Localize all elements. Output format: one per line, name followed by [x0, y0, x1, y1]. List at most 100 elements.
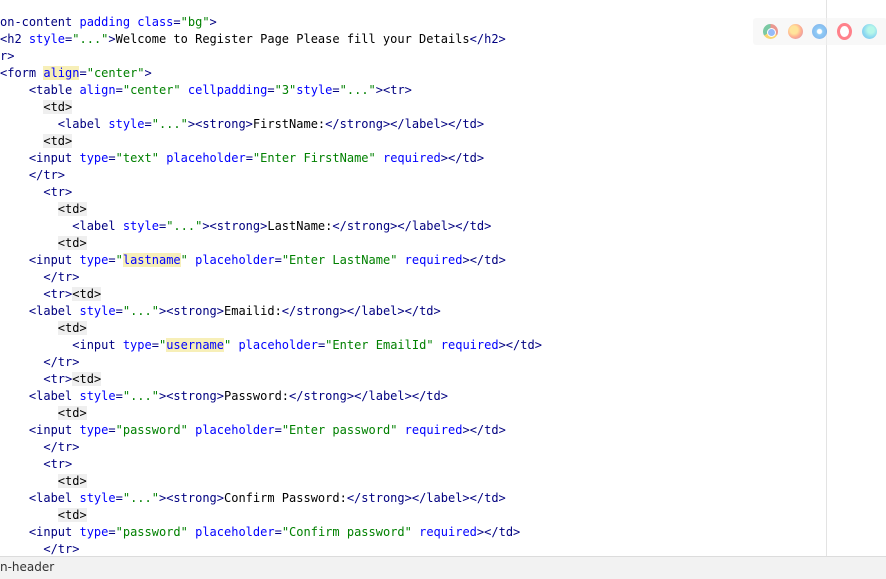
code-token-tag: = [115, 304, 123, 318]
code-token-tag: = [108, 423, 116, 437]
code-token-ws [0, 474, 58, 488]
code-token-str: "Enter LastName" [281, 253, 405, 267]
code-token-ws [0, 219, 72, 233]
code-token-tag: = [274, 525, 282, 539]
code-line[interactable]: <input type="password" placeholder="Conf… [0, 524, 520, 541]
code-line[interactable]: <td> [0, 473, 87, 490]
code-token-tag: <label [72, 219, 123, 233]
code-token-tag: </td> [469, 253, 506, 267]
code-line[interactable]: <td> [0, 235, 87, 252]
code-token-tag: = [108, 525, 116, 539]
code-line[interactable]: <input type="password" placeholder="Ente… [0, 422, 506, 439]
code-token-tag: </label> [390, 117, 448, 131]
code-line[interactable]: <h2 style="...">Welcome to Register Page… [0, 31, 506, 48]
code-token-txt: Confirm Password: [224, 491, 347, 505]
code-line[interactable]: </tr> [0, 354, 79, 371]
code-line[interactable]: </tr> [0, 541, 79, 556]
code-line[interactable]: <td> [0, 507, 87, 524]
code-token-tag: > [462, 253, 470, 267]
code-line[interactable]: <label style="..."><strong>Emailid:</str… [0, 303, 441, 320]
code-line[interactable]: <tr> [0, 456, 72, 473]
code-line[interactable]: <form align="center"> [0, 65, 152, 82]
firefox-icon[interactable] [787, 24, 803, 39]
code-line[interactable]: <label style="..."><strong>Confirm Passw… [0, 490, 506, 507]
code-line[interactable]: </tr> [0, 269, 79, 286]
code-token-tag-hl: <td> [72, 287, 102, 301]
code-token-ws [0, 253, 29, 267]
code-line[interactable]: <td> [0, 133, 73, 150]
code-token-tag: = [151, 338, 159, 352]
code-token-attr: type [79, 423, 109, 437]
code-token-tag: </strong> [281, 304, 347, 318]
code-line[interactable]: r> [0, 48, 14, 65]
code-token-attr: style [28, 32, 66, 46]
code-line[interactable]: <td> [0, 99, 73, 116]
code-token-tag: = [267, 83, 275, 97]
code-line[interactable]: on-content padding class="bg"> [0, 14, 217, 31]
code-token-tag: </td> [448, 151, 485, 165]
code-token-tag: = [245, 151, 253, 165]
code-token-tag: </label> [354, 389, 412, 403]
code-token-tag-hl: <td> [57, 406, 87, 420]
code-token-tag: = [115, 491, 123, 505]
code-token-ws [0, 440, 43, 454]
code-token-tag: </td> [469, 491, 506, 505]
code-line[interactable]: <label style="..."><strong>LastName:</st… [0, 218, 491, 235]
code-token-str: "..." [122, 491, 159, 505]
code-token-str: "password" [115, 423, 196, 437]
code-line[interactable]: <td> [0, 320, 87, 337]
code-token-tag-hl: <td> [57, 202, 87, 216]
code-token-tag: </strong> [346, 491, 412, 505]
code-line[interactable]: <label style="..."><strong>Password:</st… [0, 388, 448, 405]
code-token-tag: </h2> [469, 32, 506, 46]
code-token-tag: <tr> [43, 372, 73, 386]
code-token-tag: = [144, 117, 152, 131]
edge-icon[interactable] [862, 24, 878, 39]
code-line[interactable]: <table align="center" cellpadding="3"sty… [0, 82, 412, 99]
code-token-tag: <label [57, 117, 109, 131]
code-line[interactable]: </tr> [0, 167, 65, 184]
code-token-tag: <strong> [166, 491, 224, 505]
chrome-icon[interactable] [762, 24, 778, 39]
code-token-ws [0, 389, 29, 403]
code-token-attr: style [79, 491, 116, 505]
code-token-ws [0, 525, 29, 539]
code-line[interactable]: <tr><td> [0, 371, 102, 388]
code-token-tag: <strong> [195, 117, 253, 131]
safari-icon[interactable] [812, 24, 828, 39]
opera-icon[interactable] [837, 23, 853, 40]
code-token-ws [0, 100, 43, 114]
code-token-attr: style [296, 83, 333, 97]
code-token-attr: required [419, 525, 477, 539]
code-token-attr: style [108, 117, 145, 131]
code-token-ws [0, 338, 72, 352]
code-token-tag-hl: <td> [43, 134, 73, 148]
code-token-ws [0, 287, 43, 301]
code-line[interactable]: <td> [0, 405, 87, 422]
code-token-attr: placeholder [195, 525, 275, 539]
code-token-tag-hl: <td> [57, 321, 87, 335]
code-token-attr: type [79, 525, 109, 539]
code-token-tag: > [187, 117, 196, 131]
breadcrumb[interactable]: n-header [0, 560, 54, 574]
code-token-tag: > [462, 423, 470, 437]
code-token-tag: </td> [505, 338, 542, 352]
code-line[interactable]: <td> [0, 201, 87, 218]
code-token-attr: style [79, 389, 116, 403]
code-line[interactable]: <tr><td> [0, 286, 102, 303]
code-token-txt: Emailid: [224, 304, 282, 318]
code-token-tag-hl: <td> [72, 372, 102, 386]
code-token-tag: = [115, 83, 123, 97]
code-line[interactable]: <label style="..."><strong>FirstName:</s… [0, 116, 484, 133]
code-token-tag: </label> [346, 304, 405, 318]
code-token-attr: cellpadding [187, 83, 268, 97]
status-bar: n-header [0, 556, 886, 579]
code-line[interactable]: <input type="text" placeholder="Enter Fi… [0, 150, 484, 167]
code-token-attr: style [122, 219, 159, 233]
code-line[interactable]: <input type="username" placeholder="Ente… [0, 337, 542, 354]
code-editor[interactable]: on-content padding class="bg"> <h2 style=… [0, 0, 886, 556]
code-line[interactable]: <input type="lastname" placeholder="Ente… [0, 252, 506, 269]
code-line[interactable]: <tr> [0, 184, 72, 201]
code-token-tag: </tr> [43, 542, 80, 556]
code-line[interactable]: </tr> [0, 439, 79, 456]
